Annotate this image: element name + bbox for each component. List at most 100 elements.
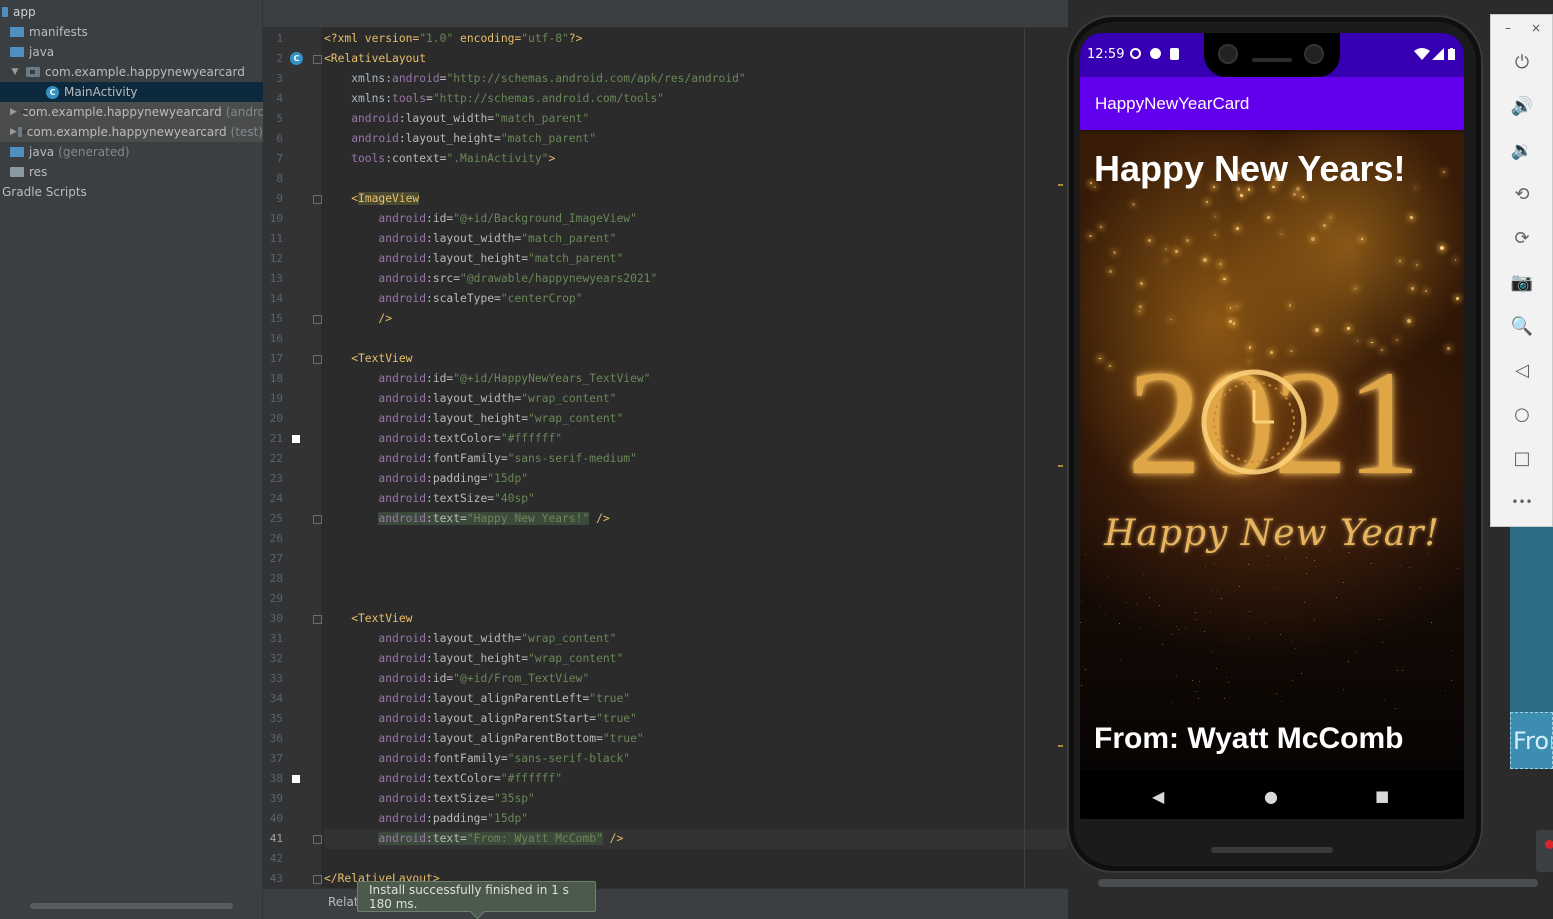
line-number: 5: [276, 112, 283, 125]
activity-link-icon[interactable]: C: [290, 52, 303, 65]
spark: [1138, 311, 1140, 313]
camera-icon[interactable]: 📷: [1509, 269, 1535, 295]
tree-item[interactable]: C MainActivity: [0, 82, 263, 102]
fold-toggle-icon[interactable]: [313, 615, 322, 624]
home-icon[interactable]: ○: [1509, 401, 1535, 427]
code-token: "1.0": [419, 32, 454, 45]
code-token: :fontFamily=: [426, 752, 508, 765]
fold-toggle-icon[interactable]: [313, 195, 322, 204]
project-scrollbar[interactable]: [30, 903, 233, 909]
code-editor[interactable]: 1 2 C 3 4 5 6 7 8 9 10 11 12 13 14 15 16 17 18 19 20 21 22 23 24…: [263, 0, 1068, 919]
glitter-dot: [1177, 629, 1179, 631]
spark: [1289, 304, 1292, 307]
chevron-right-icon[interactable]: ▶: [10, 107, 17, 117]
tree-item[interactable]: app: [0, 2, 263, 22]
code-token: "wrap_content": [528, 652, 624, 665]
spark: [1205, 200, 1209, 204]
line-number: 7: [276, 152, 283, 165]
code-line: android:layout_height="wrap_content": [324, 649, 623, 669]
chevron-right-icon[interactable]: ▶: [10, 127, 17, 137]
spark: [1443, 171, 1446, 174]
nav-recents-icon[interactable]: ■: [1375, 787, 1389, 805]
spark: [1147, 238, 1152, 243]
line-number: 8: [276, 172, 283, 185]
glitter-dot: [1276, 692, 1278, 694]
wifi-icon: [1414, 48, 1430, 60]
code-line: android:textColor="#ffffff": [324, 769, 562, 789]
more-icon[interactable]: •••: [1509, 489, 1535, 515]
rotate-right-icon[interactable]: ⟳: [1509, 225, 1535, 251]
back-icon[interactable]: ◁: [1509, 357, 1535, 383]
code-token: :id=: [426, 672, 454, 685]
line-number: 25: [269, 512, 283, 525]
volume-down-icon[interactable]: 🔉: [1509, 137, 1535, 163]
tree-item[interactable]: ▶ com.example.happynewyearcard(androi: [0, 102, 263, 122]
layout-preview-from-text[interactable]: From: [1510, 712, 1553, 769]
volume-up-icon[interactable]: 🔊: [1509, 93, 1535, 119]
chevron-down-icon[interactable]: ▼: [10, 67, 20, 77]
glitter-dot: [1171, 701, 1173, 703]
editor-gutter: 1 2 C 3 4 5 6 7 8 9 10 11 12 13 14 15 16 17 18 19 20 21 22 23 24…: [263, 28, 322, 888]
glitter-dot: [1402, 670, 1404, 672]
line-number: 18: [269, 372, 283, 385]
power-icon[interactable]: ⏻: [1509, 49, 1535, 75]
folder-icon: [10, 147, 24, 157]
tree-item[interactable]: Gradle Scripts: [0, 182, 263, 202]
code-line: <TextView: [324, 609, 412, 629]
tree-item[interactable]: manifests: [0, 22, 263, 42]
fold-toggle-icon[interactable]: [313, 315, 322, 324]
code-token: >: [548, 152, 556, 165]
line-number: 17: [269, 352, 283, 365]
code-token: android: [324, 772, 427, 785]
fold-toggle-icon[interactable]: [313, 835, 322, 844]
code-line: <TextView: [324, 349, 412, 369]
code-token: android: [324, 792, 427, 805]
code-line: android:layout_alignParentStart="true": [324, 709, 637, 729]
tree-item[interactable]: java: [0, 42, 263, 62]
tree-item[interactable]: res: [0, 162, 263, 182]
tree-item[interactable]: java (generated): [0, 142, 263, 162]
color-swatch-icon[interactable]: [292, 775, 300, 783]
minimize-button[interactable]: –: [1505, 21, 1511, 35]
code-token: "true": [589, 692, 631, 705]
color-swatch-icon[interactable]: [292, 435, 300, 443]
glitter-dot: [1343, 582, 1345, 584]
class-icon: C: [46, 85, 59, 99]
tree-item[interactable]: ▼ com.example.happynewyearcard: [0, 62, 263, 82]
clock-ring-icon: [1201, 369, 1307, 475]
fold-toggle-icon[interactable]: [313, 355, 322, 364]
preview-horizontal-scrollbar[interactable]: [1098, 879, 1538, 887]
device-chin-speaker: [1211, 847, 1333, 853]
fold-toggle-icon[interactable]: [313, 55, 322, 64]
code-token: tools: [392, 92, 427, 105]
error-badge[interactable]: [1536, 830, 1553, 872]
fold-toggle-icon[interactable]: [313, 875, 322, 884]
spark: [1240, 194, 1243, 197]
code-token: :layout_width=: [426, 232, 522, 245]
code-line: android:layout_width="match_parent": [324, 109, 589, 129]
tree-item[interactable]: ▶ com.example.happynewyearcard (test): [0, 122, 263, 142]
device-screen[interactable]: 12:59 HappyNewYearCard Happy New Years! …: [1080, 33, 1464, 819]
rotate-left-icon[interactable]: ⟲: [1509, 181, 1535, 207]
line-number: 14: [269, 292, 283, 305]
code-token: :layout_width=: [426, 392, 522, 405]
front-camera-icon: [1218, 44, 1238, 64]
code-token: android: [324, 672, 427, 685]
spark: [1099, 225, 1103, 229]
fold-toggle-icon[interactable]: [313, 515, 322, 524]
nav-back-icon[interactable]: ◀: [1152, 787, 1164, 806]
overview-icon[interactable]: □: [1509, 445, 1535, 471]
glitter-dot: [1277, 588, 1279, 590]
nav-home-icon[interactable]: ●: [1264, 787, 1278, 806]
code-token: :padding=: [426, 812, 488, 825]
close-button[interactable]: ×: [1531, 21, 1541, 35]
tree-item-label: com.example.happynewyearcard: [21, 105, 222, 119]
code-token: "true": [596, 712, 637, 725]
line-number: 33: [269, 672, 283, 685]
spark: [1311, 236, 1316, 241]
code-area[interactable]: <?xml version="1.0" encoding="utf-8"?> <R…: [324, 28, 1068, 888]
code-token: "Happy New Years!": [466, 512, 590, 525]
glitter-dot: [1419, 586, 1421, 588]
preview-from-label: From: [1513, 727, 1552, 755]
zoom-icon[interactable]: 🔍: [1509, 313, 1535, 339]
